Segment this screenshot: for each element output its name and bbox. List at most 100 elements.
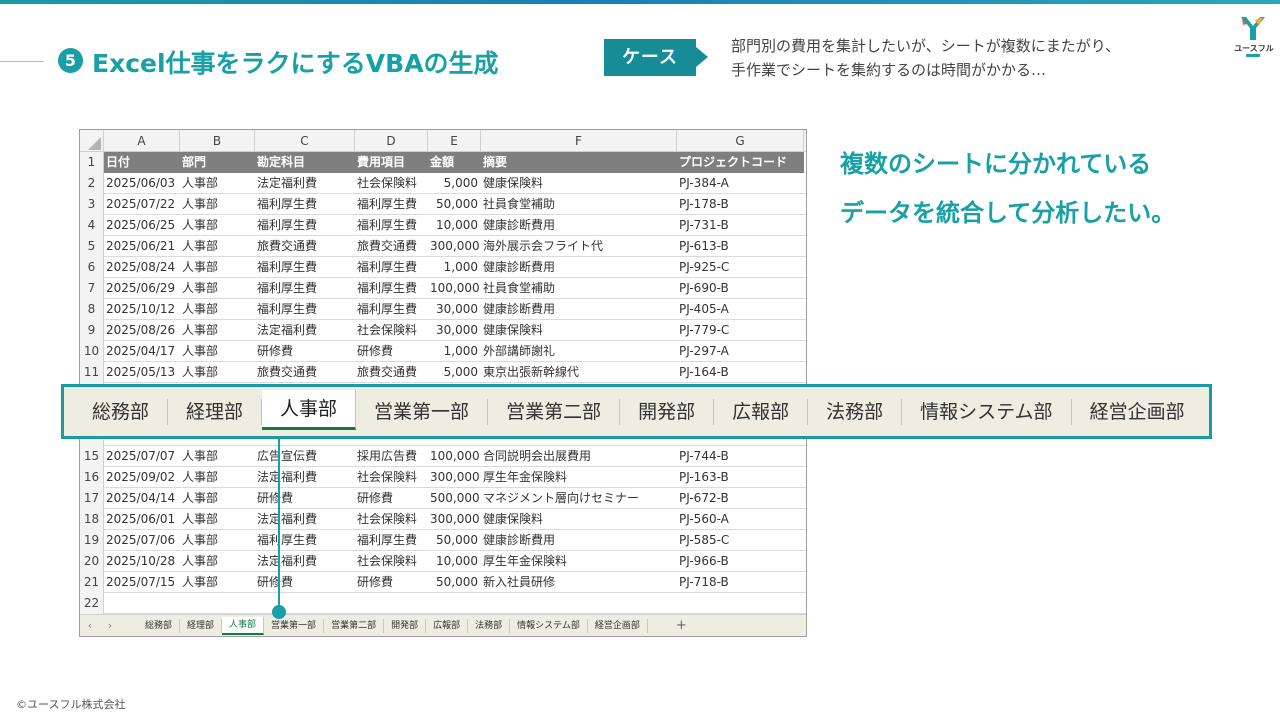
table-cell[interactable]: 旅費交通費 [355, 362, 428, 383]
table-cell[interactable]: 社員食堂補助 [481, 278, 677, 299]
table-cell[interactable]: 健康保険料 [481, 509, 677, 530]
column-header-g[interactable]: G [677, 130, 804, 152]
table-cell[interactable]: 福利厚生費 [355, 299, 428, 320]
table-cell[interactable]: 厚生年金保険料 [481, 551, 677, 572]
row-number[interactable]: 21 [80, 572, 104, 593]
table-cell[interactable]: 2025/08/24 [104, 257, 180, 278]
table-cell[interactable] [355, 593, 428, 614]
table-cell[interactable]: 50,000 [428, 572, 481, 593]
table-cell[interactable]: 人事部 [180, 572, 255, 593]
table-cell[interactable]: 健康診断費用 [481, 530, 677, 551]
table-cell[interactable]: 福利厚生費 [355, 194, 428, 215]
table-cell[interactable]: 福利厚生費 [255, 215, 355, 236]
table-cell[interactable]: 人事部 [180, 446, 255, 467]
table-cell[interactable]: PJ-384-A [677, 173, 804, 194]
row-number[interactable]: 19 [80, 530, 104, 551]
table-cell[interactable]: 社会保険料 [355, 320, 428, 341]
table-cell[interactable]: 2025/07/06 [104, 530, 180, 551]
table-cell[interactable]: 人事部 [180, 551, 255, 572]
table-cell[interactable]: PJ-163-B [677, 467, 804, 488]
table-cell[interactable]: 摘要 [481, 152, 677, 173]
row-number[interactable]: 2 [80, 173, 104, 194]
table-cell[interactable]: 日付 [104, 152, 180, 173]
column-header-e[interactable]: E [428, 130, 481, 152]
table-cell[interactable]: PJ-925-C [677, 257, 804, 278]
row-number[interactable]: 18 [80, 509, 104, 530]
zoomed-sheet-tab[interactable]: 人事部 [262, 389, 357, 430]
row-number[interactable]: 4 [80, 215, 104, 236]
table-cell[interactable]: 法定福利費 [255, 467, 355, 488]
table-cell[interactable] [428, 593, 481, 614]
table-cell[interactable]: 採用広告費 [355, 446, 428, 467]
table-cell[interactable]: 人事部 [180, 341, 255, 362]
table-cell[interactable]: 人事部 [180, 467, 255, 488]
table-cell[interactable]: 人事部 [180, 257, 255, 278]
table-cell[interactable]: 2025/07/22 [104, 194, 180, 215]
table-cell[interactable]: 1,000 [428, 257, 481, 278]
table-cell[interactable]: 2025/06/25 [104, 215, 180, 236]
table-cell[interactable]: 2025/10/28 [104, 551, 180, 572]
table-cell[interactable]: PJ-178-B [677, 194, 804, 215]
table-cell[interactable]: PJ-718-B [677, 572, 804, 593]
table-cell[interactable]: 300,000 [428, 236, 481, 257]
table-cell[interactable]: 広告宣伝費 [255, 446, 355, 467]
table-cell[interactable] [481, 593, 677, 614]
row-number[interactable]: 7 [80, 278, 104, 299]
table-cell[interactable]: 50,000 [428, 194, 481, 215]
table-cell[interactable]: 2025/10/12 [104, 299, 180, 320]
table-cell[interactable]: 2025/06/01 [104, 509, 180, 530]
zoomed-sheet-tab[interactable]: 開発部 [620, 398, 715, 425]
column-header-f[interactable]: F [481, 130, 677, 152]
table-cell[interactable]: 2025/04/14 [104, 488, 180, 509]
table-cell[interactable]: 厚生年金保険料 [481, 467, 677, 488]
table-cell[interactable]: 300,000 [428, 509, 481, 530]
table-cell[interactable]: 合同説明会出展費用 [481, 446, 677, 467]
table-cell[interactable]: 人事部 [180, 320, 255, 341]
table-cell[interactable]: 2025/04/17 [104, 341, 180, 362]
table-cell[interactable]: 50,000 [428, 530, 481, 551]
table-cell[interactable]: 1,000 [428, 341, 481, 362]
table-cell[interactable]: 社会保険料 [355, 173, 428, 194]
table-cell[interactable]: 勘定科目 [255, 152, 355, 173]
table-cell[interactable]: 社会保険料 [355, 551, 428, 572]
column-header-c[interactable]: C [255, 130, 355, 152]
sheet-tab[interactable]: 総務部 [138, 618, 181, 633]
table-cell[interactable]: 福利厚生費 [255, 257, 355, 278]
table-cell[interactable] [104, 593, 180, 614]
table-cell[interactable]: 研修費 [355, 341, 428, 362]
table-cell[interactable]: 2025/08/26 [104, 320, 180, 341]
table-cell[interactable]: 費用項目 [355, 152, 428, 173]
table-cell[interactable]: 旅費交通費 [355, 236, 428, 257]
table-cell[interactable]: PJ-613-B [677, 236, 804, 257]
table-cell[interactable]: 2025/09/02 [104, 467, 180, 488]
sheet-tab[interactable]: 情報システム部 [510, 618, 588, 633]
row-number[interactable]: 22 [80, 593, 104, 614]
table-cell[interactable]: マネジメント層向けセミナー [481, 488, 677, 509]
sheet-tab[interactable]: 経営企画部 [588, 618, 648, 633]
table-cell[interactable]: PJ-966-B [677, 551, 804, 572]
row-number[interactable]: 11 [80, 362, 104, 383]
table-cell[interactable]: 人事部 [180, 488, 255, 509]
table-cell[interactable]: 2025/06/03 [104, 173, 180, 194]
table-cell[interactable]: 外部講師謝礼 [481, 341, 677, 362]
table-cell[interactable]: 健康診断費用 [481, 257, 677, 278]
table-cell[interactable]: 福利厚生費 [255, 194, 355, 215]
table-cell[interactable]: 300,000 [428, 467, 481, 488]
table-cell[interactable]: 人事部 [180, 236, 255, 257]
row-number[interactable]: 8 [80, 299, 104, 320]
row-number[interactable]: 5 [80, 236, 104, 257]
table-cell[interactable]: 旅費交通費 [255, 362, 355, 383]
table-cell[interactable]: 人事部 [180, 362, 255, 383]
table-cell[interactable]: 2025/05/13 [104, 362, 180, 383]
table-cell[interactable]: 法定福利費 [255, 551, 355, 572]
table-cell[interactable]: PJ-731-B [677, 215, 804, 236]
table-cell[interactable]: 健康診断費用 [481, 215, 677, 236]
zoomed-sheet-tab[interactable]: 広報部 [714, 398, 809, 425]
table-cell[interactable]: 10,000 [428, 215, 481, 236]
table-cell[interactable]: 100,000 [428, 278, 481, 299]
next-sheet-icon[interactable]: › [100, 619, 120, 632]
row-number[interactable]: 15 [80, 446, 104, 467]
sheet-tab[interactable]: 営業第一部 [264, 618, 325, 633]
sheet-tab[interactable]: 開発部 [384, 618, 427, 633]
table-cell[interactable]: PJ-690-B [677, 278, 804, 299]
